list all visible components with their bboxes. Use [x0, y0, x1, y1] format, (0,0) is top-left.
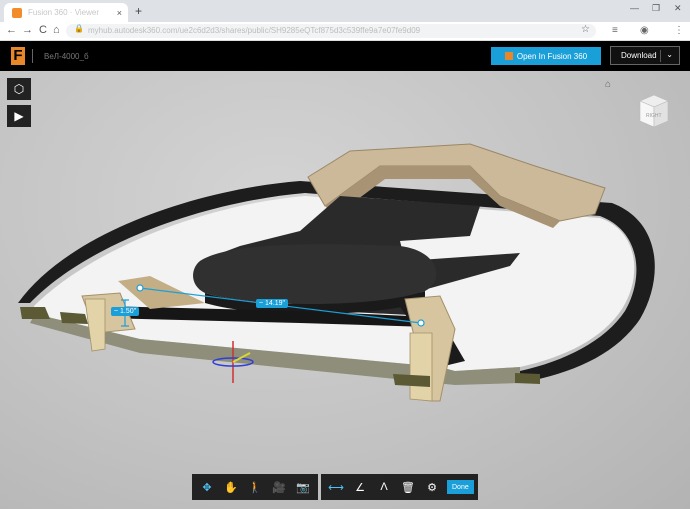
hand-icon: ✋ [224, 481, 238, 494]
document-name: ВеЛ-4000_б [44, 52, 89, 61]
bottom-toolbar: ✥ ✋ 🚶 🎥 📷 ⟷ ∠ Λ 🗑 ⚙ Done [192, 474, 478, 500]
close-window-icon[interactable]: ✕ [674, 3, 682, 14]
tab-title: Fusion 360 · Viewer [28, 8, 99, 17]
tab-close-icon[interactable]: × [117, 8, 122, 18]
fusion-favicon-icon [12, 7, 22, 18]
maximize-icon[interactable]: ❐ [652, 3, 660, 14]
extension-icon[interactable]: ≡ [612, 25, 618, 36]
url-text[interactable]: myhub.autodesk360.com/ue2c6d2d3/shares/p… [88, 26, 568, 35]
measure-tool[interactable]: Λ [373, 477, 395, 497]
settings-tool[interactable]: ⚙ [421, 477, 443, 497]
lock-icon: 🔒 [74, 24, 84, 33]
delete-measure-tool[interactable]: 🗑 [397, 477, 419, 497]
forward-icon[interactable]: → [22, 24, 33, 36]
measure-angle-tool[interactable]: ∠ [349, 477, 371, 497]
fusion-icon [504, 52, 513, 60]
walk-icon: 🚶 [248, 481, 262, 494]
header-divider [32, 49, 33, 63]
download-button[interactable]: Download ⌄ [610, 46, 680, 65]
orbit-icon: ✥ [202, 481, 212, 494]
browser-tab[interactable]: Fusion 360 · Viewer × [4, 3, 128, 22]
compass-icon: Λ [380, 481, 388, 493]
navigation-tool-group: ✥ ✋ 🚶 🎥 📷 [192, 474, 318, 500]
pan-tool[interactable]: ✋ [220, 477, 242, 497]
ruler-icon: ⟷ [328, 481, 344, 494]
open-in-fusion-button[interactable]: Open In Fusion 360 [491, 47, 601, 65]
orbit-tool[interactable]: ✥ [196, 477, 218, 497]
home-icon[interactable]: ⌂ [53, 24, 60, 36]
browser-tab-strip: Fusion 360 · Viewer × + — ❐ ✕ [0, 0, 690, 22]
trash-icon: 🗑 [401, 481, 415, 494]
download-label: Download [621, 51, 657, 60]
download-divider [660, 50, 661, 62]
minimize-icon[interactable]: — [630, 3, 639, 13]
model-render [18, 143, 655, 402]
fusion-logo-icon: F [11, 47, 25, 65]
dimension-vertical-label: ~ 1.50" [111, 307, 140, 316]
browser-toolbar: ← → C ⌂ 🔒 myhub.autodesk360.com/ue2c6d2d… [0, 22, 690, 41]
camera-icon: 🎥 [272, 481, 286, 494]
new-tab-button[interactable]: + [135, 4, 142, 18]
measure-distance-tool[interactable]: ⟷ [325, 477, 347, 497]
settings-icon: ⚙ [427, 481, 437, 494]
chevron-down-icon[interactable]: ⌄ [666, 50, 673, 59]
model-viewport[interactable]: ⬡ ▶ ⌂ RIGHT ~ 1.50" ~ 14.19" [0, 71, 690, 509]
camera-tool[interactable]: 🎥 [268, 477, 290, 497]
dimension-horizontal-label: ~ 14.19" [256, 299, 289, 308]
angle-icon: ∠ [355, 481, 365, 494]
address-bar[interactable]: 🔒 myhub.autodesk360.com/ue2c6d2d3/shares… [66, 24, 596, 38]
open-in-fusion-label: Open In Fusion 360 [516, 51, 588, 61]
measure-tool-group: ⟷ ∠ Λ 🗑 ⚙ Done [321, 474, 478, 500]
reload-icon[interactable]: C [39, 24, 47, 36]
snapshot-tool[interactable]: 📷 [292, 477, 314, 497]
profile-icon[interactable]: ◉ [640, 25, 649, 36]
back-icon[interactable]: ← [6, 24, 17, 36]
snapshot-icon: 📷 [296, 481, 310, 494]
done-button[interactable]: Done [447, 480, 474, 494]
browser-menu-icon[interactable]: ⋮ [674, 25, 684, 36]
walk-tool[interactable]: 🚶 [244, 477, 266, 497]
bookmark-star-icon[interactable]: ☆ [581, 24, 590, 35]
